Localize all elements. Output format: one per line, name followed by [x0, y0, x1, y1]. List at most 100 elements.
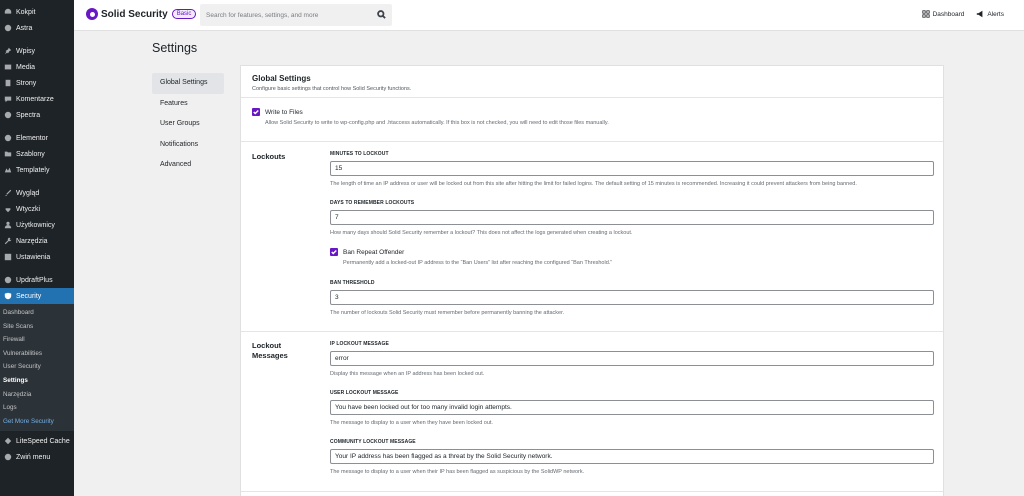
lockout-messages-section: Lockout Messages IP Lockout Message Disp… — [241, 332, 943, 492]
sidebar-item-litespeed[interactable]: LiteSpeed Cache — [0, 433, 74, 449]
community-lockout-message-input[interactable] — [330, 449, 934, 464]
sidebar-item-spectra[interactable]: Spectra — [0, 107, 74, 123]
days-remember-input[interactable] — [330, 210, 934, 225]
sidebar-item-updraftplus[interactable]: UpdraftPlus — [0, 272, 74, 288]
submenu-item-user-security[interactable]: User Security — [0, 360, 74, 374]
submenu-item-narzedzia[interactable]: Narzędzia — [0, 388, 74, 402]
user-lockout-message-input[interactable] — [330, 400, 934, 415]
global-settings-header: Global Settings Configure basic settings… — [241, 66, 943, 98]
write-files-checkbox-row[interactable]: Write to Files — [252, 108, 943, 116]
templately-icon — [3, 166, 12, 175]
collapse-icon — [3, 453, 12, 462]
comment-icon — [3, 95, 12, 104]
sidebar-item-label: Szablony — [16, 150, 45, 158]
sidebar-item-uzytkownicy[interactable]: Użytkownicy — [0, 217, 74, 233]
sidebar-item-komentarze[interactable]: Komentarze — [0, 91, 74, 107]
sidebar-item-szablony[interactable]: Szablony — [0, 146, 74, 162]
wp-admin-sidebar: Kokpit Astra Wpisy Media Strony Komentar… — [0, 0, 74, 496]
submenu-item-firewall[interactable]: Firewall — [0, 333, 74, 347]
sidebar-item-elementor[interactable]: Elementor — [0, 130, 74, 146]
tab-user-groups[interactable]: User Groups — [152, 114, 224, 135]
lockout-messages-label-line2: Messages — [252, 351, 288, 360]
minutes-lockout-label: Minutes to Lockout — [330, 151, 389, 157]
days-remember-field: Days to Remember Lockouts How many days … — [330, 200, 934, 236]
lockouts-label: Lockouts — [252, 152, 286, 161]
pin-icon — [3, 47, 12, 56]
wrench-icon — [3, 237, 12, 246]
sidebar-item-label: LiteSpeed Cache — [16, 437, 70, 445]
alerts-button[interactable]: Alerts — [976, 10, 1004, 18]
submenu-item-dashboard[interactable]: Dashboard — [0, 306, 74, 320]
sidebar-item-label: Narzędzia — [16, 237, 48, 245]
sidebar-item-label: Astra — [16, 24, 33, 32]
litespeed-icon — [3, 437, 12, 446]
sidebar-item-templately[interactable]: Templately — [0, 162, 74, 178]
search-input[interactable] — [206, 11, 377, 19]
sidebar-item-label: Użytkownicy — [16, 221, 55, 229]
sidebar-item-label: Templately — [16, 166, 50, 174]
settings-icon — [3, 253, 12, 262]
ban-threshold-input[interactable] — [330, 290, 934, 305]
sidebar-item-label: Zwiń menu — [16, 453, 51, 461]
ip-lockout-message-field: IP Lockout Message Display this message … — [330, 341, 934, 377]
write-files-help: Allow Solid Security to write to wp-conf… — [265, 120, 609, 126]
sidebar-item-strony[interactable]: Strony — [0, 75, 74, 91]
sidebar-item-label: Wygląd — [16, 189, 40, 197]
write-files-checkbox[interactable] — [252, 108, 260, 116]
ip-lockout-message-label: IP Lockout Message — [330, 341, 389, 347]
community-lockout-message-help: The message to display to a user when th… — [330, 469, 585, 475]
tab-advanced[interactable]: Advanced — [152, 155, 224, 176]
sidebar-item-kokpit[interactable]: Kokpit — [0, 4, 74, 20]
tab-features[interactable]: Features — [152, 94, 224, 115]
ban-repeat-field: Ban Repeat Offender Permanently add a lo… — [330, 248, 934, 267]
tab-notifications[interactable]: Notifications — [152, 135, 224, 156]
plugin-icon — [3, 205, 12, 214]
checkmark-icon — [331, 249, 337, 255]
ban-repeat-label: Ban Repeat Offender — [343, 248, 405, 256]
shield-icon — [3, 292, 12, 301]
sidebar-item-label: Wpisy — [16, 47, 36, 55]
elementor-icon — [3, 134, 12, 143]
sidebar-item-media[interactable]: Media — [0, 59, 74, 75]
alerts-label: Alerts — [987, 10, 1004, 18]
solid-security-logo: Solid Security Basic — [86, 8, 197, 20]
ban-repeat-checkbox[interactable] — [330, 248, 338, 256]
submenu-item-logs[interactable]: Logs — [0, 401, 74, 415]
submenu-item-vulnerabilities[interactable]: Vulnerabilities — [0, 347, 74, 361]
sidebar-item-label: Elementor — [16, 134, 48, 142]
dashboard-label: Dashboard — [932, 10, 965, 18]
security-submenu: Dashboard Site Scans Firewall Vulnerabil… — [0, 304, 74, 432]
tab-global-settings[interactable]: Global Settings — [152, 73, 224, 94]
updraft-icon — [3, 276, 12, 285]
sidebar-item-ustawienia[interactable]: Ustawienia — [0, 249, 74, 265]
section-title: Global Settings — [252, 74, 311, 83]
submenu-item-site-scans[interactable]: Site Scans — [0, 320, 74, 334]
minutes-lockout-input[interactable] — [330, 161, 934, 176]
collapse-menu-button[interactable]: Zwiń menu — [0, 449, 74, 465]
submenu-item-get-more-security[interactable]: Get More Security — [0, 415, 74, 429]
astra-icon — [3, 24, 12, 33]
users-icon — [3, 221, 12, 230]
search-icon[interactable] — [377, 6, 386, 24]
sidebar-item-narzedzia[interactable]: Narzędzia — [0, 233, 74, 249]
sidebar-item-wtyczki[interactable]: Wtyczki — [0, 201, 74, 217]
minutes-lockout-field: Minutes to Lockout The length of time an… — [330, 151, 934, 187]
page-title: Settings — [152, 41, 198, 55]
solid-logo-icon — [86, 8, 98, 20]
sidebar-item-wpisy[interactable]: Wpisy — [0, 43, 74, 59]
settings-card: Global Settings Configure basic settings… — [240, 65, 944, 496]
sidebar-item-label: Security — [16, 292, 42, 300]
submenu-item-settings[interactable]: Settings — [0, 374, 74, 388]
folder-icon — [3, 150, 12, 159]
ip-lockout-message-help: Display this message when an IP address … — [330, 371, 485, 377]
sidebar-item-astra[interactable]: Astra — [0, 20, 74, 36]
ban-threshold-help: The number of lockouts Solid Security mu… — [330, 310, 565, 316]
dashboard-button[interactable]: Dashboard — [921, 10, 965, 18]
sidebar-item-security[interactable]: Security — [0, 288, 74, 304]
ban-repeat-checkbox-row[interactable]: Ban Repeat Offender — [330, 248, 934, 256]
sidebar-item-wyglad[interactable]: Wygląd — [0, 185, 74, 201]
ip-lockout-message-input[interactable] — [330, 351, 934, 366]
user-lockout-message-field: User Lockout Message The message to disp… — [330, 390, 934, 426]
lockout-messages-label-line1: Lockout — [252, 341, 282, 350]
sidebar-item-label: Media — [16, 63, 36, 71]
